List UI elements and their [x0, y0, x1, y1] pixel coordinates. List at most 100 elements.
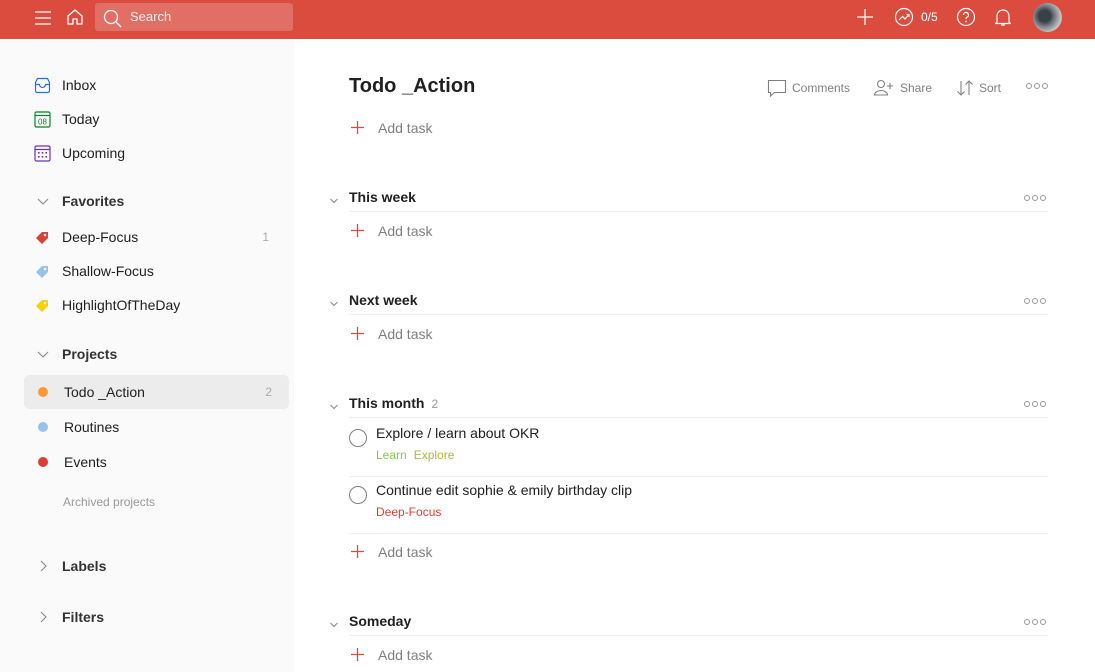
chevron-down-icon[interactable]: [329, 296, 339, 307]
chevron-down-icon: [36, 347, 50, 361]
favorite-item-deep-focus[interactable]: Deep-Focus 1: [24, 221, 289, 253]
search-icon: [102, 7, 122, 29]
chevron-right-icon: [36, 610, 50, 624]
comments-button[interactable]: Comments: [767, 79, 850, 97]
calendar-today-icon: 08: [34, 111, 51, 128]
section-divider: [349, 635, 1048, 636]
section-title: Someday: [349, 613, 412, 629]
section-task-count: 2: [431, 397, 439, 411]
label-tag-icon: [34, 297, 51, 314]
chevron-right-icon: [36, 559, 50, 573]
sort-label: Sort: [979, 81, 1002, 95]
project-item-routines[interactable]: Routines: [24, 410, 289, 444]
home-icon[interactable]: [65, 6, 85, 28]
add-task-button[interactable]: Add task: [349, 644, 649, 666]
sidebar-item-inbox[interactable]: Inbox: [24, 69, 289, 101]
task-name[interactable]: Continue edit sophie & emily birthday cl…: [376, 482, 632, 498]
task-complete-checkbox[interactable]: [349, 486, 367, 504]
labels-header[interactable]: Labels: [24, 551, 289, 581]
section-more-icon[interactable]: [1024, 195, 1046, 201]
item-count: 2: [265, 385, 272, 399]
section-divider: [349, 314, 1048, 315]
plus-icon: [351, 648, 364, 661]
help-icon[interactable]: [955, 6, 977, 28]
task-labels: Deep-Focus: [376, 505, 441, 519]
add-task-button[interactable]: Add task: [349, 117, 649, 139]
section-more-icon[interactable]: [1024, 401, 1046, 407]
task-item[interactable]: Continue edit sophie & emily birthday cl…: [349, 477, 1048, 534]
add-task-button[interactable]: Add task: [349, 541, 649, 563]
task-item[interactable]: Explore / learn about OKR Learn Explore: [349, 420, 1048, 477]
task-label-learn[interactable]: Learn: [376, 448, 407, 462]
share-user-icon: [873, 79, 893, 96]
sidebar-item-label: HighlightOfTheDay: [62, 297, 181, 313]
filters-title: Filters: [62, 609, 105, 625]
section-title: Next week: [349, 292, 418, 308]
quick-add-plus-icon[interactable]: [854, 6, 876, 28]
menu-icon[interactable]: [33, 8, 53, 28]
plus-icon: [351, 327, 364, 340]
sidebar-item-label: Events: [64, 454, 107, 470]
add-task-button[interactable]: Add task: [349, 323, 649, 345]
filters-header[interactable]: Filters: [24, 602, 289, 632]
favorite-item-highlightoftheday[interactable]: HighlightOfTheDay: [24, 289, 289, 321]
project-color-dot: [38, 457, 48, 467]
label-tag-icon: [34, 263, 51, 280]
label-tag-icon: [34, 229, 51, 246]
add-task-button[interactable]: Add task: [349, 220, 649, 242]
section-title: This week: [349, 189, 416, 205]
search-placeholder: Search: [130, 9, 172, 24]
projects-title: Projects: [62, 346, 118, 362]
sidebar-item-label: Inbox: [62, 77, 97, 93]
chevron-down-icon: [36, 194, 50, 208]
favorite-item-shallow-focus[interactable]: Shallow-Focus: [24, 255, 289, 287]
section-more-icon[interactable]: [1024, 619, 1046, 625]
add-task-label: Add task: [378, 647, 433, 663]
project-item-todo-action[interactable]: Todo _Action 2: [24, 375, 289, 409]
chevron-down-icon[interactable]: [329, 617, 339, 628]
sort-icon: [957, 80, 973, 96]
section-more-icon[interactable]: [1024, 298, 1046, 304]
comments-label: Comments: [792, 81, 851, 95]
bell-icon[interactable]: [992, 6, 1014, 28]
sidebar-item-label: Shallow-Focus: [62, 263, 154, 279]
search-input[interactable]: Search: [95, 3, 293, 31]
projects-header[interactable]: Projects: [24, 339, 289, 369]
item-count: 1: [262, 230, 269, 244]
task-name[interactable]: Explore / learn about OKR: [376, 425, 539, 441]
task-label-deep-focus[interactable]: Deep-Focus: [376, 505, 441, 519]
share-button[interactable]: Share: [873, 79, 932, 97]
labels-title: Labels: [62, 558, 107, 574]
plus-icon: [351, 545, 364, 558]
avatar[interactable]: [1033, 3, 1062, 32]
sidebar-item-label: Deep-Focus: [62, 229, 139, 245]
chevron-down-icon[interactable]: [329, 193, 339, 204]
productivity-icon[interactable]: [893, 6, 915, 28]
section-divider: [349, 211, 1048, 212]
karma-count[interactable]: 0/5: [921, 10, 938, 24]
add-task-label: Add task: [378, 544, 433, 560]
add-task-label: Add task: [378, 120, 433, 136]
favorites-header[interactable]: Favorites: [24, 186, 289, 216]
more-options-icon[interactable]: [1026, 83, 1048, 89]
section-title: This month 2: [349, 395, 439, 411]
sort-button[interactable]: Sort: [956, 79, 1001, 97]
sidebar-item-upcoming[interactable]: Upcoming: [24, 137, 289, 169]
project-item-events[interactable]: Events: [24, 445, 289, 479]
chevron-down-icon[interactable]: [329, 399, 339, 410]
share-label: Share: [900, 81, 933, 95]
archived-projects-link[interactable]: Archived projects: [63, 495, 155, 509]
task-labels: Learn Explore: [376, 448, 454, 462]
task-complete-checkbox[interactable]: [349, 429, 367, 447]
page-title: Todo _Action: [349, 75, 476, 97]
main-content: Todo _Action Comments Share Sort Add tas…: [294, 39, 1095, 672]
inbox-icon: [34, 77, 51, 94]
plus-icon: [351, 224, 364, 237]
sidebar-item-today[interactable]: 08 Today: [24, 103, 289, 135]
plus-icon: [351, 121, 364, 134]
task-label-explore[interactable]: Explore: [414, 448, 455, 462]
sidebar: Inbox 08 Today Upcoming Favorites Deep-F…: [0, 39, 294, 672]
favorites-title: Favorites: [62, 193, 125, 209]
sidebar-item-label: Today: [62, 111, 100, 127]
sidebar-item-label: Routines: [64, 419, 120, 435]
